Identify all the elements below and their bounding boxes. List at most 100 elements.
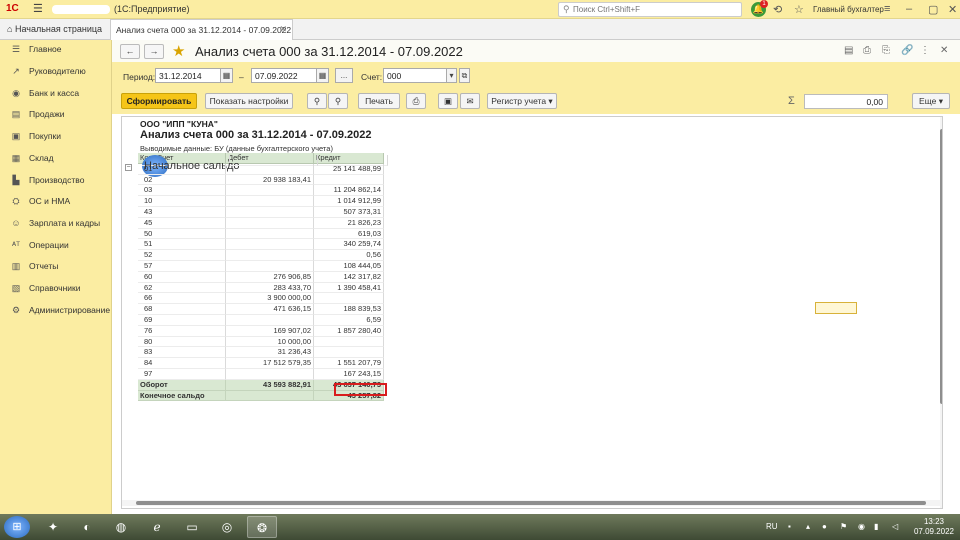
- tray-flag-icon[interactable]: ⚑: [840, 522, 847, 531]
- generate-button[interactable]: Сформировать: [121, 93, 197, 109]
- sidebar-item-catalogs[interactable]: ▧ Справочники: [0, 279, 112, 299]
- app-icon-tool[interactable]: ✦: [38, 516, 68, 538]
- print-button[interactable]: Печать: [358, 93, 400, 109]
- save-layout-icon[interactable]: ▤: [844, 45, 853, 56]
- table-row[interactable]: 43 507 373,31: [138, 206, 384, 218]
- tab-home[interactable]: ⌂ Начальная страница: [0, 19, 110, 40]
- tray-record-icon[interactable]: ●: [822, 522, 827, 531]
- system-clock[interactable]: 13:23 07.09.2022: [912, 517, 956, 537]
- date-to-input[interactable]: [251, 68, 317, 83]
- history-icon[interactable]: ⟲: [773, 3, 782, 16]
- find-next-icon[interactable]: ⚲: [328, 93, 348, 109]
- row-credit: 21 826,23: [314, 217, 384, 229]
- table-row[interactable]: 50 619,03: [138, 228, 384, 240]
- sidebar-item-manager[interactable]: ↗ Руководителю: [0, 62, 112, 82]
- collapse-group-icon[interactable]: −: [125, 164, 132, 171]
- search-input[interactable]: [573, 4, 733, 15]
- table-row[interactable]: 76 169 907,02 1 857 280,40: [138, 325, 384, 337]
- selected-cell[interactable]: [815, 302, 857, 314]
- sidebar-item-main[interactable]: ☰ Главное: [0, 40, 112, 60]
- app-icon-sound[interactable]: ◐: [72, 516, 102, 538]
- table-row[interactable]: 52 0,56: [138, 250, 384, 261]
- table-row[interactable]: 57 108 444,05: [138, 260, 384, 272]
- table-row[interactable]: 60 276 906,85 142 317,82: [138, 271, 384, 283]
- table-row[interactable]: 68 471 636,15 188 839,53: [138, 304, 384, 315]
- favorite-star-icon[interactable]: ★: [172, 42, 185, 60]
- forward-button[interactable]: →: [144, 44, 164, 59]
- sidebar-item-bank[interactable]: ◉ Банк и касса: [0, 84, 112, 104]
- print-icon[interactable]: ⎙: [863, 45, 871, 56]
- sidebar-item-salary[interactable]: ☺ Зарплата и кадры: [0, 214, 112, 234]
- ie-icon[interactable]: ℯ: [142, 516, 172, 538]
- volume-icon[interactable]: ◁: [892, 522, 898, 531]
- row-debit: [226, 368, 314, 380]
- back-button[interactable]: ←: [120, 44, 140, 59]
- table-row[interactable]: 10 1 014 912,99: [138, 196, 384, 207]
- app-icon-1c[interactable]: ❂: [247, 516, 277, 538]
- language-indicator[interactable]: RU: [766, 522, 778, 531]
- table-row[interactable]: 97 167 243,15: [138, 368, 384, 380]
- chrome-icon[interactable]: ◎: [212, 516, 242, 538]
- close-tab-icon[interactable]: ✕: [279, 24, 287, 35]
- sidebar-item-purchases[interactable]: ▣ Покупки: [0, 127, 112, 147]
- preview-icon[interactable]: ⎙: [406, 93, 426, 109]
- sidebar-item-sales[interactable]: ▤ Продажи: [0, 105, 112, 125]
- table-row[interactable]: 66 3 900 000,00: [138, 293, 384, 305]
- close-icon[interactable]: ✕: [948, 3, 957, 16]
- global-search[interactable]: ⚲: [558, 2, 742, 17]
- date-from-input[interactable]: [155, 68, 221, 83]
- chevron-down-icon[interactable]: ▾: [446, 68, 457, 83]
- row-credit: 340 259,74: [314, 239, 384, 251]
- favorites-icon[interactable]: ☆: [794, 3, 804, 16]
- tab-report[interactable]: Анализ счета 000 за 31.12.2014 - 07.09.2…: [110, 19, 293, 40]
- table-row[interactable]: 69 6,59: [138, 314, 384, 326]
- tray-app-icon[interactable]: ▪: [788, 522, 791, 531]
- more-options-icon[interactable]: ⋮: [920, 45, 930, 56]
- calendar-icon[interactable]: ▦: [316, 68, 329, 83]
- table-row[interactable]: 83 31 236,43: [138, 347, 384, 359]
- table-row[interactable]: 62 283 433,70 1 390 458,41: [138, 282, 384, 294]
- table-row[interactable]: 45 21 826,23: [138, 217, 384, 229]
- current-user[interactable]: Главный бухгалтер: [813, 5, 884, 14]
- sidebar-item-operations[interactable]: ᴬᵀ Операции: [0, 236, 112, 256]
- firefox-icon[interactable]: ◍: [106, 516, 136, 538]
- table-row[interactable]: 51 340 259,74: [138, 239, 384, 251]
- sidebar-item-production[interactable]: ▙ Производство: [0, 171, 112, 191]
- sidebar-item-warehouse[interactable]: ▦ Склад: [0, 149, 112, 169]
- table-row[interactable]: 80 10 000,00: [138, 336, 384, 348]
- save-icon[interactable]: ▣: [438, 93, 458, 109]
- report-spreadsheet[interactable]: ООО "ИПП "КУНА" Анализ счета 000 за 31.1…: [121, 116, 943, 509]
- network-icon[interactable]: ▮: [874, 522, 878, 531]
- settings-icon[interactable]: ≡: [884, 3, 890, 15]
- table-row[interactable]: 03 11 204 862,14: [138, 185, 384, 197]
- tray-app2-icon[interactable]: ◉: [858, 522, 865, 531]
- account-input[interactable]: [383, 68, 447, 83]
- show-settings-button[interactable]: Показать настройки: [205, 93, 293, 109]
- calendar-icon[interactable]: ▦: [220, 68, 233, 83]
- table-row[interactable]: 84 17 512 579,35 1 551 207,79: [138, 358, 384, 369]
- sidebar-item-assets[interactable]: ⛭ ОС и НМА: [0, 192, 112, 212]
- explorer-icon[interactable]: ▭: [177, 516, 207, 538]
- start-button[interactable]: ⊞: [4, 516, 30, 538]
- sidebar-item-reports[interactable]: ▥ Отчеты: [0, 257, 112, 277]
- maximize-icon[interactable]: ▢: [928, 3, 938, 16]
- period-select-button[interactable]: ...: [335, 68, 353, 83]
- table-row[interactable]: 01 25 141 488,99: [138, 163, 384, 175]
- sidebar-item-admin[interactable]: ⚙ Администрирование: [0, 301, 112, 321]
- send-email-icon[interactable]: ✉: [460, 93, 480, 109]
- open-account-icon[interactable]: ⧉: [459, 68, 470, 83]
- tray-up-icon[interactable]: ▴: [806, 522, 810, 531]
- report-parameters: Период: ▦ – ▦ ... Счет: ▾ ⧉: [112, 62, 960, 90]
- more-dropdown[interactable]: Еще ▾: [912, 93, 950, 109]
- main-menu-icon[interactable]: ☰: [33, 2, 43, 15]
- link-icon[interactable]: 🔗: [901, 45, 913, 56]
- table-row[interactable]: 02 20 938 183,41: [138, 174, 384, 186]
- attach-icon[interactable]: ⎘: [882, 45, 890, 56]
- close-form-icon[interactable]: ✕: [940, 45, 948, 56]
- find-icon[interactable]: ⚲: [307, 93, 327, 109]
- row-account: 97: [138, 368, 226, 380]
- vertical-scroll-thumb[interactable]: [940, 129, 942, 404]
- minimize-icon[interactable]: –: [906, 3, 912, 15]
- register-dropdown[interactable]: Регистр учета ▾: [487, 93, 557, 109]
- horizontal-scroll-thumb[interactable]: [136, 501, 926, 505]
